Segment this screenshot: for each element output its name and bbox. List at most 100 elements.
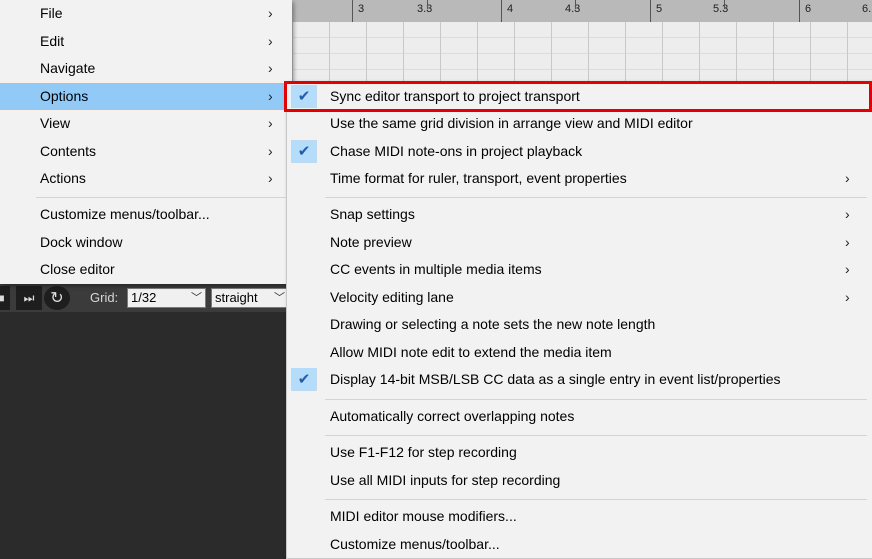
option-cc-events-multiple[interactable]: CC events in multiple media items ›	[287, 256, 872, 283]
menu-item-label: Edit	[40, 33, 65, 49]
option-note-length[interactable]: Drawing or selecting a note sets the new…	[287, 311, 872, 338]
chevron-down-icon: ﹀	[191, 292, 202, 304]
menu-item-label: Display 14-bit MSB/LSB CC data as a sing…	[330, 371, 781, 387]
menu-item-label: View	[40, 115, 71, 131]
menu-item-label: Contents	[40, 143, 97, 159]
menu-item-label: Customize menus/toolbar...	[330, 536, 500, 552]
swing-value: straight	[215, 290, 258, 305]
submenu-arrow-icon: ›	[845, 234, 850, 250]
menu-item-close-editor[interactable]: Close editor	[0, 256, 292, 283]
editor-toolbar: ■ ⏭ ↻ Grid: 1/32 ﹀ straight ﹀	[0, 284, 292, 312]
ruler-minor-tick	[427, 0, 428, 9]
skip-to-end-icon[interactable]: ⏭	[16, 286, 42, 310]
submenu-arrow-icon: ›	[845, 170, 850, 186]
ruler-label: 3.3	[417, 3, 433, 15]
option-note-preview[interactable]: Note preview ›	[287, 229, 872, 256]
checkmark-icon: ✔	[291, 140, 317, 163]
ruler-minor-tick	[724, 0, 725, 9]
menu-item-label: Allow MIDI note edit to extend the media…	[330, 344, 612, 360]
stop-icon[interactable]: ■	[0, 286, 10, 310]
option-mouse-modifiers[interactable]: MIDI editor mouse modifiers...	[287, 503, 872, 530]
menu-item-dock-window[interactable]: Dock window	[0, 229, 292, 256]
submenu-arrow-icon: ›	[268, 88, 273, 104]
submenu-arrow-icon: ›	[268, 60, 273, 76]
menu-item-label: Close editor	[40, 261, 115, 277]
submenu-arrow-icon: ›	[845, 261, 850, 277]
menu-separator	[36, 197, 286, 198]
ruler-bar-number: 6	[805, 3, 812, 15]
menu-item-label: Time format for ruler, transport, event …	[330, 170, 627, 186]
main-context-menu: File › Edit › Navigate › Options › View …	[0, 0, 292, 284]
menu-separator	[325, 197, 867, 198]
menu-separator	[325, 435, 867, 436]
submenu-arrow-icon: ›	[268, 33, 273, 49]
ruler-bar-number: 4	[507, 3, 514, 15]
menu-item-label: Use F1-F12 for step recording	[330, 444, 517, 460]
menu-item-label: Customize menus/toolbar...	[40, 206, 210, 222]
grid-label: Grid:	[90, 290, 119, 305]
loop-icon[interactable]: ↻	[44, 286, 70, 310]
menu-item-label: Use the same grid division in arrange vi…	[330, 115, 693, 131]
menu-item-label: Dock window	[40, 234, 123, 250]
menu-item-options[interactable]: Options ›	[0, 83, 292, 110]
option-time-format[interactable]: Time format for ruler, transport, event …	[287, 165, 872, 192]
option-14bit-cc[interactable]: ✔ Display 14-bit MSB/LSB CC data as a si…	[287, 366, 872, 393]
menu-item-label: Navigate	[40, 60, 96, 76]
menu-item-label: Automatically correct overlapping notes	[330, 408, 575, 424]
menu-item-label: MIDI editor mouse modifiers...	[330, 508, 517, 524]
ruler-tick	[352, 0, 353, 22]
option-same-grid-division[interactable]: Use the same grid division in arrange vi…	[287, 110, 872, 137]
menu-item-edit[interactable]: Edit ›	[0, 28, 292, 55]
option-f1-f12-step[interactable]: Use F1-F12 for step recording	[287, 439, 872, 466]
ruler-label: 6.	[862, 3, 872, 15]
menu-item-label: Options	[40, 88, 89, 104]
ruler-bar-number: 5	[656, 3, 663, 15]
submenu-arrow-icon: ›	[845, 206, 850, 222]
menu-item-label: Chase MIDI note-ons in project playback	[330, 143, 583, 159]
menu-item-label: File	[40, 5, 63, 21]
option-all-midi-inputs[interactable]: Use all MIDI inputs for step recording	[287, 467, 872, 494]
menu-item-view[interactable]: View ›	[0, 110, 292, 137]
submenu-arrow-icon: ›	[268, 170, 273, 186]
menu-item-label: CC events in multiple media items	[330, 261, 542, 277]
checkmark-icon: ✔	[291, 85, 317, 108]
menu-item-label: Note preview	[330, 234, 412, 250]
option-snap-settings[interactable]: Snap settings ›	[287, 201, 872, 228]
menu-item-navigate[interactable]: Navigate ›	[0, 55, 292, 82]
piano-roll-grid[interactable]	[292, 22, 872, 86]
option-correct-overlapping[interactable]: Automatically correct overlapping notes	[287, 403, 872, 430]
swing-select[interactable]: straight ﹀	[211, 288, 289, 308]
ruler-label: 4.3	[565, 3, 581, 15]
submenu-arrow-icon: ›	[268, 143, 273, 159]
ruler-tick	[799, 0, 800, 22]
option-extend-media-item[interactable]: Allow MIDI note edit to extend the media…	[287, 339, 872, 366]
grid-division-select[interactable]: 1/32 ﹀	[127, 288, 206, 308]
submenu-arrow-icon: ›	[268, 115, 273, 131]
chevron-down-icon: ﹀	[274, 292, 285, 304]
menu-item-label: Use all MIDI inputs for step recording	[330, 472, 561, 488]
ruler-bar-number: 3	[358, 3, 365, 15]
options-submenu: ✔ Sync editor transport to project trans…	[286, 81, 872, 559]
menu-item-contents[interactable]: Contents ›	[0, 138, 292, 165]
submenu-arrow-icon: ›	[268, 5, 273, 21]
menu-item-customize[interactable]: Customize menus/toolbar...	[0, 201, 292, 228]
timeline-ruler[interactable]: 3 3.3 4 4.3 5 5.3 6 6.	[292, 0, 872, 23]
option-velocity-lane[interactable]: Velocity editing lane ›	[287, 284, 872, 311]
menu-item-label: Actions	[40, 170, 86, 186]
submenu-arrow-icon: ›	[845, 289, 850, 305]
menu-item-actions[interactable]: Actions ›	[0, 165, 292, 192]
ruler-label: 5.3	[713, 3, 729, 15]
option-chase-note-ons[interactable]: ✔ Chase MIDI note-ons in project playbac…	[287, 138, 872, 165]
option-customize-menus[interactable]: Customize menus/toolbar...	[287, 531, 872, 558]
option-sync-transport[interactable]: ✔ Sync editor transport to project trans…	[287, 83, 872, 110]
menu-separator	[325, 399, 867, 400]
menu-item-label: Sync editor transport to project transpo…	[330, 88, 580, 104]
ruler-tick	[650, 0, 651, 22]
checkmark-icon: ✔	[291, 368, 317, 391]
grid-division-value: 1/32	[131, 290, 157, 305]
menu-item-label: Snap settings	[330, 206, 415, 222]
menu-item-label: Velocity editing lane	[330, 289, 454, 305]
menu-item-file[interactable]: File ›	[0, 0, 292, 27]
ruler-tick	[501, 0, 502, 22]
ruler-minor-tick	[575, 0, 576, 9]
